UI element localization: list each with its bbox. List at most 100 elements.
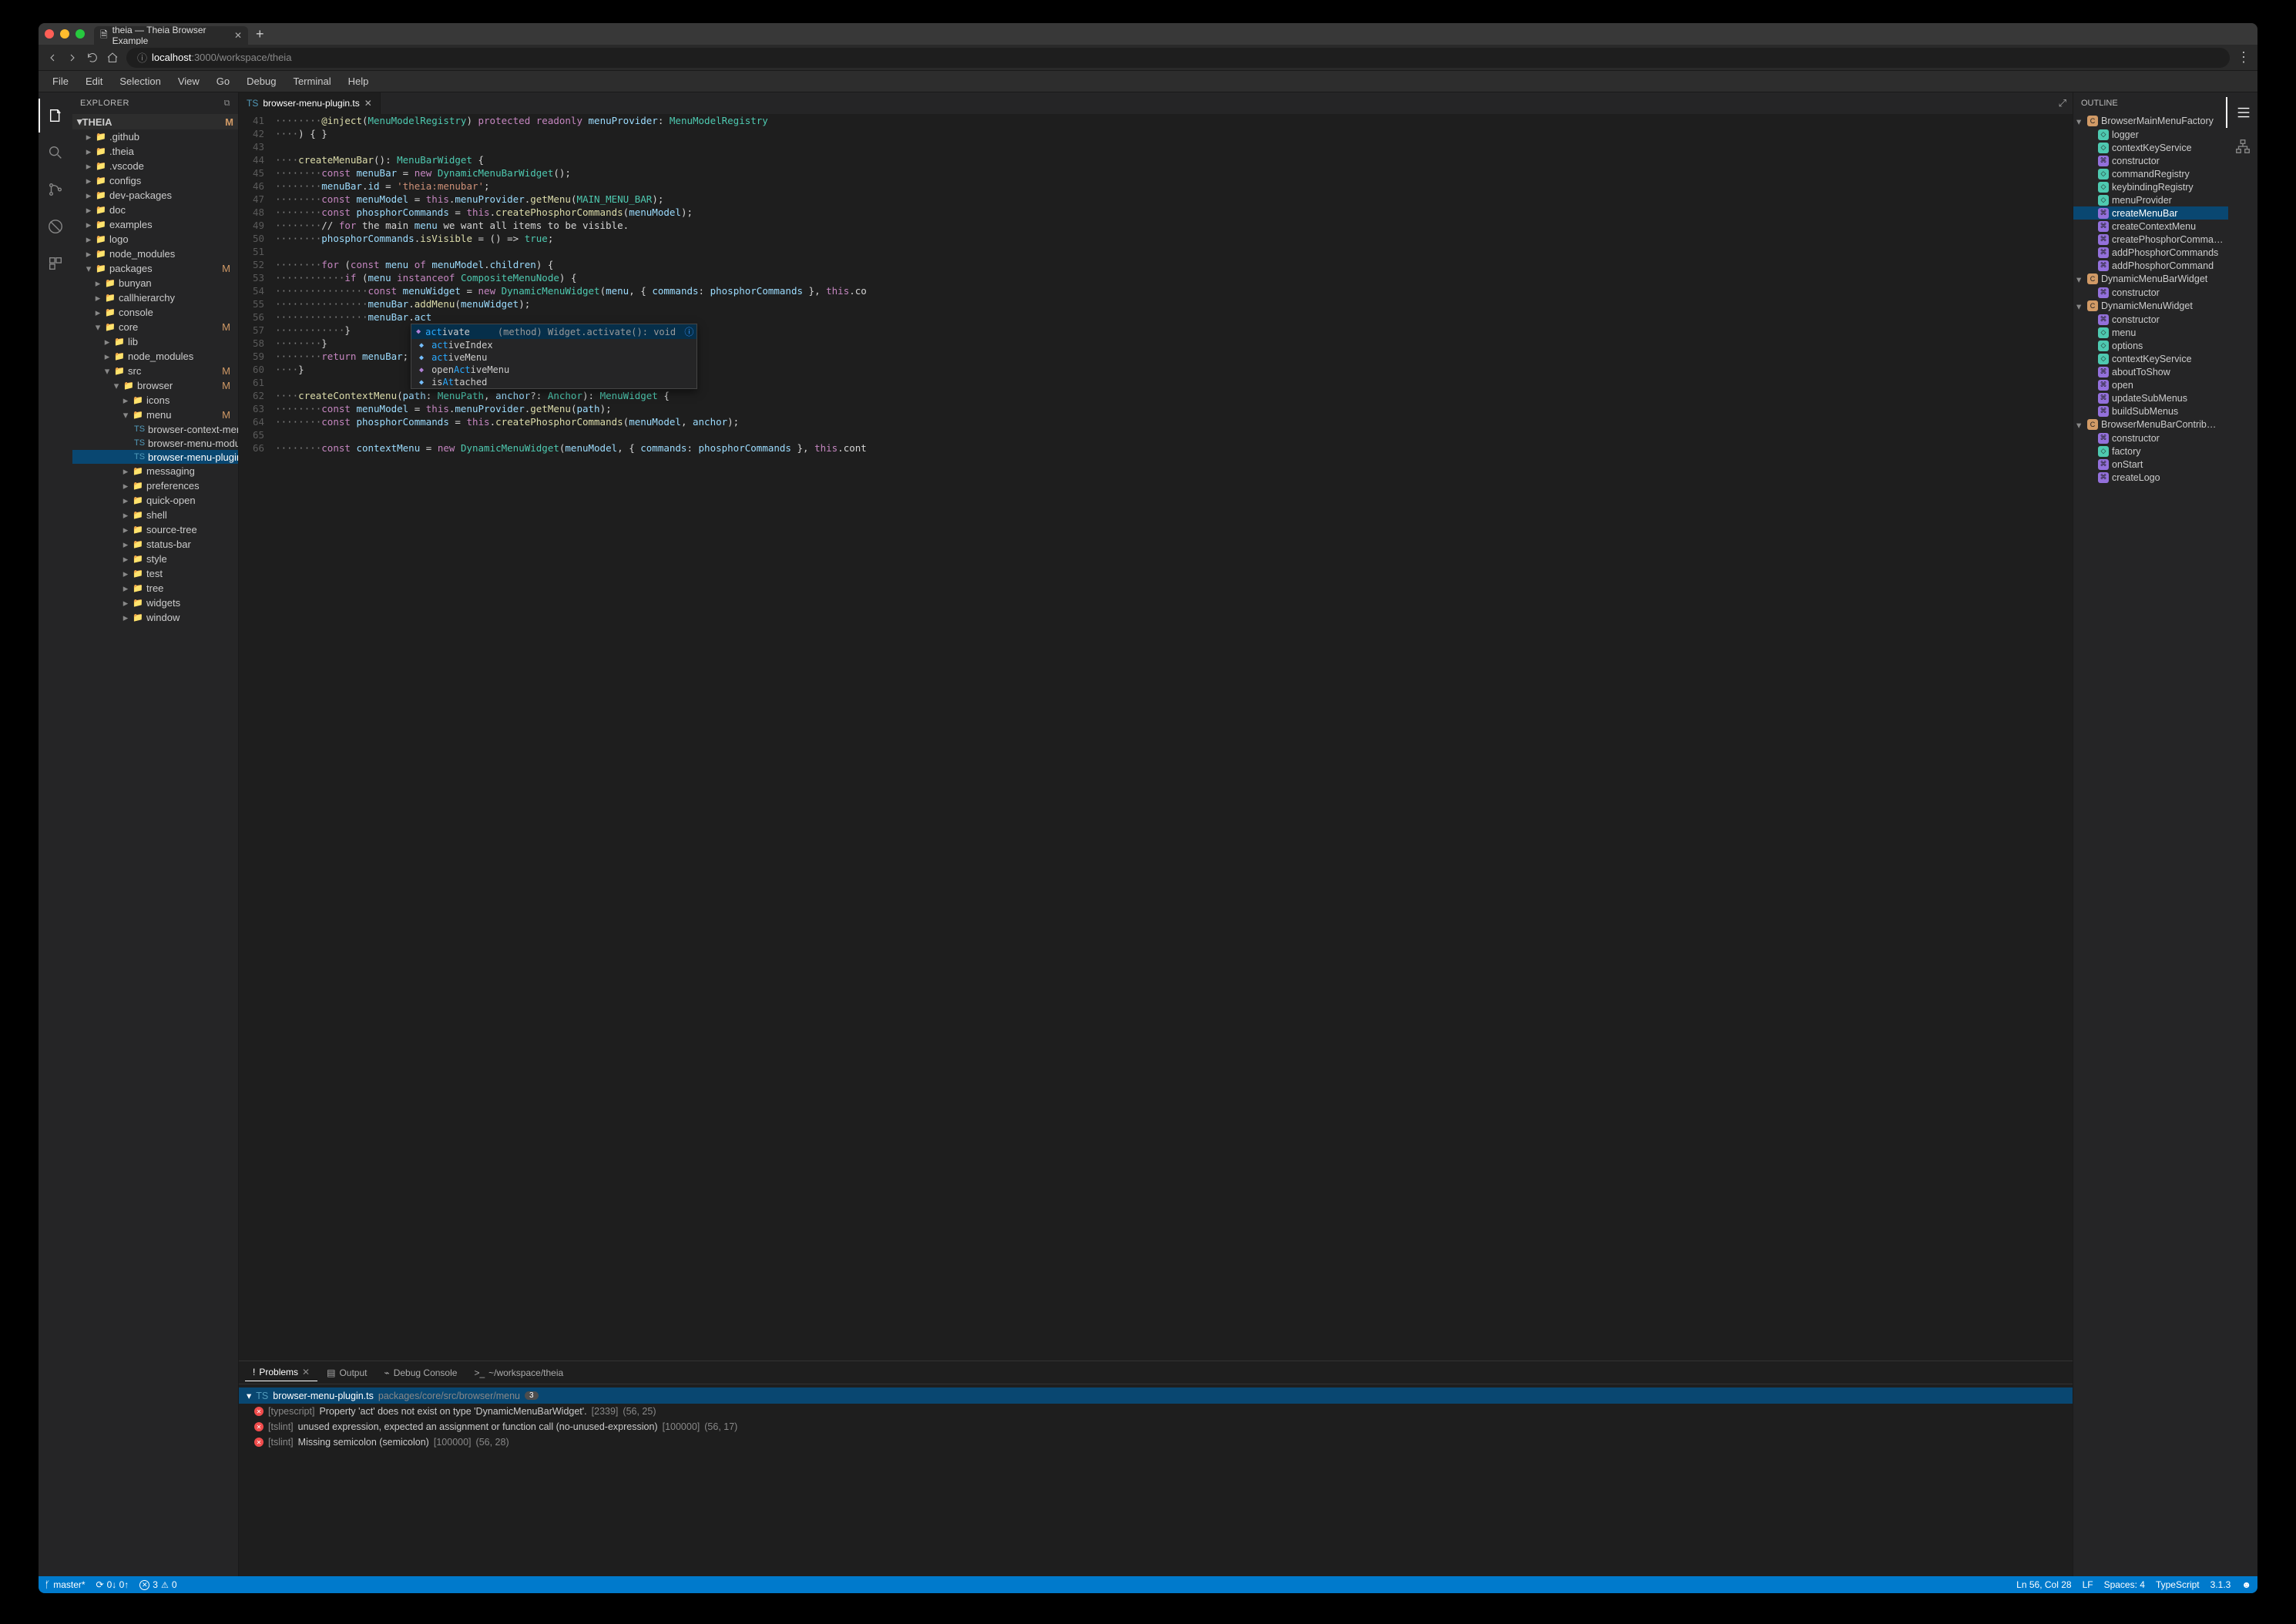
file-tree-item[interactable]: ▾📁coreM bbox=[72, 320, 238, 334]
problem-item[interactable]: ✕[typescript] Property 'act' does not ex… bbox=[239, 1404, 2073, 1419]
file-tree-item[interactable]: ▸📁lib bbox=[72, 334, 238, 349]
file-tree-item[interactable]: ▸📁preferences bbox=[72, 478, 238, 493]
file-tree-item[interactable]: ▸📁messaging bbox=[72, 464, 238, 478]
file-tree-item[interactable]: ▸📁node_modules bbox=[72, 247, 238, 261]
outline-item[interactable]: ⌘constructor bbox=[2073, 286, 2228, 299]
menu-debug[interactable]: Debug bbox=[239, 72, 284, 90]
workspace-root[interactable]: ▾ THEIA M bbox=[72, 114, 238, 129]
file-tree-item[interactable]: ▾📁srcM bbox=[72, 364, 238, 378]
menu-edit[interactable]: Edit bbox=[78, 72, 110, 90]
file-tree-item[interactable]: ▸📁window bbox=[72, 610, 238, 625]
back-button[interactable] bbox=[46, 52, 59, 64]
panel-tab[interactable]: ▤Output bbox=[319, 1364, 374, 1381]
outline-item[interactable]: ⌘addPhosphorCommand bbox=[2073, 259, 2228, 272]
file-tree-item[interactable]: TSbrowser-context-menu-r… bbox=[72, 422, 238, 436]
file-tree-item[interactable]: ▸📁.vscode bbox=[72, 159, 238, 173]
panel-tab[interactable]: >_~/workspace/theia bbox=[466, 1364, 571, 1381]
reload-button[interactable] bbox=[86, 52, 99, 64]
close-tab-icon[interactable]: ✕ bbox=[234, 30, 242, 41]
menu-terminal[interactable]: Terminal bbox=[285, 72, 338, 90]
split-editor-icon[interactable]: ⤢ bbox=[2053, 97, 2073, 109]
file-tree-item[interactable]: ▸📁shell bbox=[72, 508, 238, 522]
outline-item[interactable]: ◇contextKeyService bbox=[2073, 141, 2228, 154]
editor-tab[interactable]: TS browser-menu-plugin.ts ✕ bbox=[239, 92, 381, 114]
problems-status[interactable]: ✕3 0 bbox=[139, 1579, 176, 1590]
outline-item[interactable]: ◇menuProvider bbox=[2073, 193, 2228, 206]
outline-item[interactable]: ◇contextKeyService bbox=[2073, 352, 2228, 365]
outline-item[interactable]: ⌘createLogo bbox=[2073, 471, 2228, 484]
language-status[interactable]: TypeScript bbox=[2156, 1579, 2200, 1590]
menu-file[interactable]: File bbox=[45, 72, 76, 90]
outline-item[interactable]: ⌘constructor bbox=[2073, 154, 2228, 167]
suggest-item[interactable]: ◆isAttached bbox=[411, 376, 697, 388]
outline-item[interactable]: ⌘constructor bbox=[2073, 431, 2228, 445]
ts-version-status[interactable]: 3.1.3 bbox=[2210, 1579, 2231, 1590]
outline-item[interactable]: ◇options bbox=[2073, 339, 2228, 352]
menu-button[interactable]: ⋮ bbox=[2237, 52, 2250, 64]
problems-file-group[interactable]: ▾ TS browser-menu-plugin.ts packages/cor… bbox=[239, 1387, 2073, 1404]
file-tree-item[interactable]: ▸📁test bbox=[72, 566, 238, 581]
file-tree-item[interactable]: ▸📁callhierarchy bbox=[72, 290, 238, 305]
outline-item[interactable]: ⌘aboutToShow bbox=[2073, 365, 2228, 378]
close-tab-icon[interactable]: ✕ bbox=[364, 98, 372, 109]
file-tree-item[interactable]: ▸📁node_modules bbox=[72, 349, 238, 364]
outline-item[interactable]: ⌘onStart bbox=[2073, 458, 2228, 471]
file-tree-item[interactable]: ▾📁packagesM bbox=[72, 261, 238, 276]
file-tree-item[interactable]: ▸📁doc bbox=[72, 203, 238, 217]
outline-item[interactable]: ⌘open bbox=[2073, 378, 2228, 391]
file-tree-item[interactable]: ▸📁.github bbox=[72, 129, 238, 144]
code-editor[interactable]: 4142434445464748495051525354555657585960… bbox=[239, 114, 2073, 1361]
file-tree-item[interactable]: ▸📁console bbox=[72, 305, 238, 320]
file-tree-item[interactable]: ▾📁browserM bbox=[72, 378, 238, 393]
suggest-item[interactable]: ◆activeIndex bbox=[411, 339, 697, 351]
menu-help[interactable]: Help bbox=[341, 72, 377, 90]
file-tree-item[interactable]: ▾📁menuM bbox=[72, 408, 238, 422]
suggest-item[interactable]: ◆activeMenu bbox=[411, 351, 697, 364]
file-tree-item[interactable]: ▸📁style bbox=[72, 552, 238, 566]
file-tree-item[interactable]: ▸📁configs bbox=[72, 173, 238, 188]
outline-item[interactable]: ⌘createMenuBar bbox=[2073, 206, 2228, 220]
cursor-position[interactable]: Ln 56, Col 28 bbox=[2016, 1579, 2071, 1590]
new-tab-button[interactable]: + bbox=[256, 26, 264, 42]
file-tree-item[interactable]: TSbrowser-menu-plugin.tsM bbox=[72, 450, 238, 464]
outline-item[interactable]: ⌘updateSubMenus bbox=[2073, 391, 2228, 404]
file-tree-item[interactable]: ▸📁examples bbox=[72, 217, 238, 232]
outline-item[interactable]: ▾CDynamicMenuBarWidget bbox=[2073, 272, 2228, 286]
file-tree-item[interactable]: ▸📁dev-packages bbox=[72, 188, 238, 203]
suggest-item[interactable]: ◆activate(method) Widget.activate(): voi… bbox=[411, 324, 697, 339]
git-tab-icon[interactable] bbox=[39, 173, 72, 206]
file-tree-item[interactable]: ▸📁icons bbox=[72, 393, 238, 408]
outline-item[interactable]: ⌘createContextMenu bbox=[2073, 220, 2228, 233]
collapse-icon[interactable]: ⧉ bbox=[224, 99, 230, 109]
indent-status[interactable]: Spaces: 4 bbox=[2104, 1579, 2145, 1590]
menu-view[interactable]: View bbox=[170, 72, 207, 90]
file-tree-item[interactable]: ▸📁bunyan bbox=[72, 276, 238, 290]
outline-item[interactable]: ⌘createPhosphorComma… bbox=[2073, 233, 2228, 246]
forward-button[interactable] bbox=[66, 52, 79, 64]
outline-item[interactable]: ▾CBrowserMainMenuFactory bbox=[2073, 114, 2228, 128]
outline-item[interactable]: ◇menu bbox=[2073, 326, 2228, 339]
browser-tab[interactable]: 🗎 theia — Theia Browser Example ✕ bbox=[94, 26, 248, 45]
url-input[interactable]: ⓘ localhost:3000/workspace/theia bbox=[126, 48, 2230, 68]
hierarchy-tab-icon[interactable] bbox=[2226, 131, 2257, 162]
explorer-tab-icon[interactable] bbox=[39, 99, 72, 133]
home-button[interactable] bbox=[106, 52, 119, 64]
minimize-window-button[interactable] bbox=[60, 29, 69, 39]
search-tab-icon[interactable] bbox=[39, 136, 72, 169]
eol-status[interactable]: LF bbox=[2083, 1579, 2093, 1590]
file-tree-item[interactable]: ▸📁.theia bbox=[72, 144, 238, 159]
menu-go[interactable]: Go bbox=[209, 72, 237, 90]
outline-item[interactable]: ⌘constructor bbox=[2073, 313, 2228, 326]
outline-item[interactable]: ⌘addPhosphorCommands bbox=[2073, 246, 2228, 259]
git-branch-status[interactable]: ᚶ master* bbox=[45, 1579, 86, 1590]
outline-item[interactable]: ◇commandRegistry bbox=[2073, 167, 2228, 180]
outline-item[interactable]: ▾CBrowserMenuBarContrib… bbox=[2073, 418, 2228, 431]
problem-item[interactable]: ✕[tslint] unused expression, expected an… bbox=[239, 1419, 2073, 1434]
panel-tab[interactable]: ⌁Debug Console bbox=[376, 1364, 465, 1381]
extensions-tab-icon[interactable] bbox=[39, 247, 72, 280]
problem-item[interactable]: ✕[tslint] Missing semicolon (semicolon) … bbox=[239, 1434, 2073, 1450]
suggest-item[interactable]: ◆openActiveMenu bbox=[411, 364, 697, 376]
outline-item[interactable]: ◇factory bbox=[2073, 445, 2228, 458]
outline-item[interactable]: ◇keybindingRegistry bbox=[2073, 180, 2228, 193]
outline-item[interactable]: ⌘buildSubMenus bbox=[2073, 404, 2228, 418]
